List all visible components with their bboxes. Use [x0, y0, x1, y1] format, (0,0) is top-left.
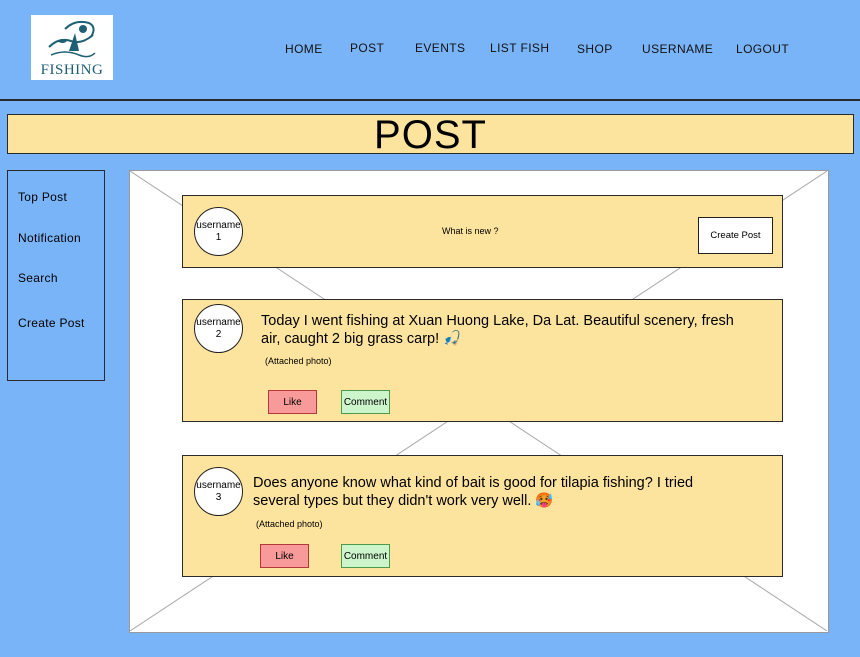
fisherman-logo-icon — [48, 20, 96, 58]
comment-button[interactable]: Comment — [341, 390, 390, 414]
composer-card: username 1 What is new ? Create Post — [182, 195, 783, 268]
nav-post[interactable]: POST — [350, 41, 384, 55]
avatar[interactable]: username 3 — [194, 467, 243, 516]
page-banner: POST — [7, 113, 854, 157]
comment-button[interactable]: Comment — [341, 544, 390, 568]
avatar-username: username 1 — [196, 219, 241, 243]
nav-events[interactable]: EVENTS — [415, 41, 465, 55]
create-post-button[interactable]: Create Post — [698, 217, 773, 254]
post-text: Does anyone know what kind of bait is go… — [253, 475, 694, 509]
post-card: username 2 Today I went fishing at Xuan … — [182, 299, 783, 422]
nav-username[interactable]: USERNAME — [642, 42, 713, 56]
sidebar: Top Post Notification Search Create Post — [7, 170, 105, 381]
sidebar-item-search[interactable]: Search — [18, 271, 58, 285]
like-button[interactable]: Like — [260, 544, 309, 568]
header: FISHING HOME POST EVENTS LIST FISH SHOP … — [0, 0, 860, 101]
avatar[interactable]: username 2 — [194, 304, 243, 353]
sidebar-item-top-post[interactable]: Top Post — [18, 190, 67, 204]
sidebar-item-create-post[interactable]: Create Post — [18, 316, 85, 330]
logo-text: FISHING — [40, 62, 104, 78]
attached-photo[interactable]: (Attached photo) — [265, 356, 332, 366]
attached-photo[interactable]: (Attached photo) — [256, 519, 323, 529]
nav-shop[interactable]: SHOP — [577, 42, 613, 56]
logo[interactable]: FISHING — [31, 15, 113, 80]
like-button[interactable]: Like — [268, 390, 317, 414]
sidebar-item-notification[interactable]: Notification — [18, 231, 81, 245]
post-text: Today I went fishing at Xuan Huong Lake,… — [261, 313, 734, 347]
post-card: username 3 Does anyone know what kind of… — [182, 455, 783, 577]
page-title: POST — [374, 113, 487, 157]
avatar-username: username 3 — [196, 479, 241, 503]
avatar[interactable]: username 1 — [194, 207, 243, 256]
nav-home[interactable]: HOME — [285, 42, 323, 56]
avatar-username: username 2 — [196, 316, 241, 340]
whats-new-prompt[interactable]: What is new ? — [442, 226, 499, 236]
nav-logout[interactable]: LOGOUT — [736, 42, 789, 56]
nav-list-fish[interactable]: LIST FISH — [490, 41, 549, 55]
